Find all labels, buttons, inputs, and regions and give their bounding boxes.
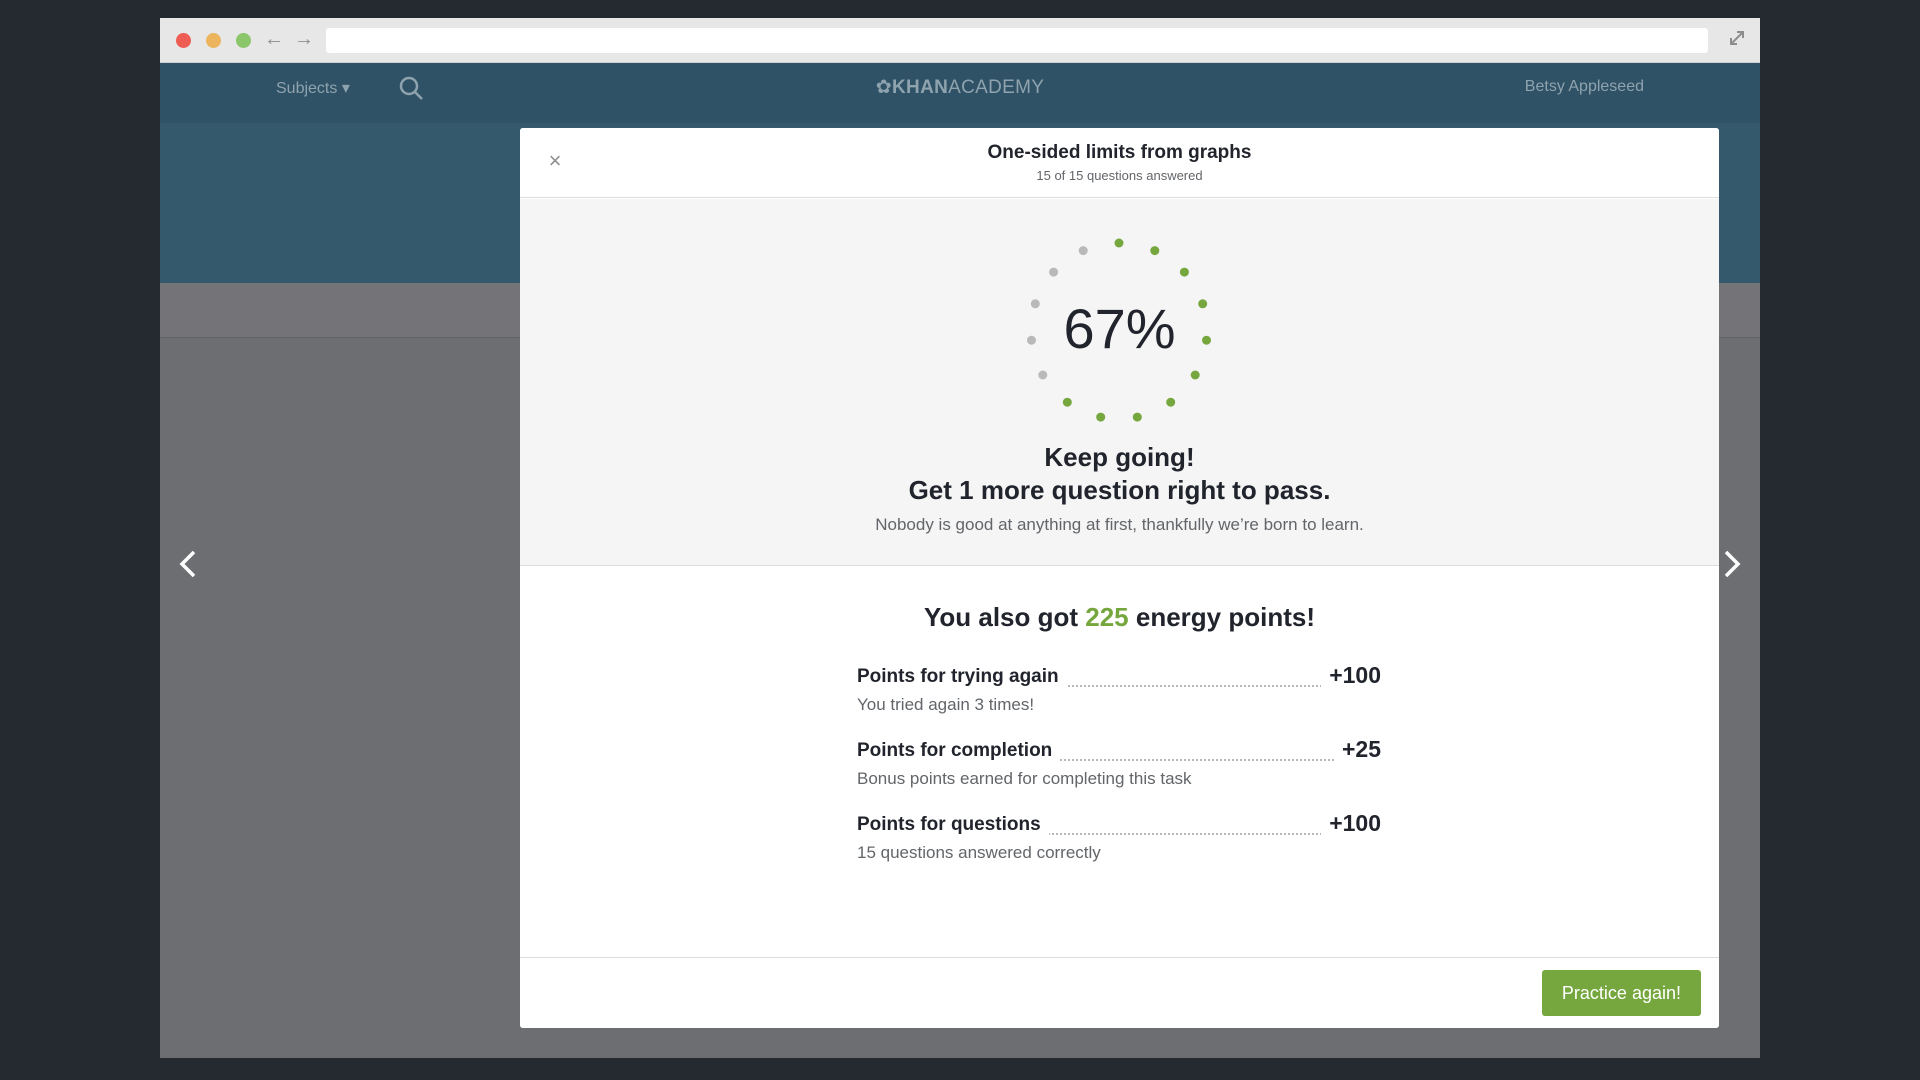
result-headline: Keep going! [1044, 442, 1195, 472]
maximize-window-button[interactable] [236, 33, 251, 48]
points-value: +100 [1321, 662, 1381, 689]
results-modal: × One-sided limits from graphs 15 of 15 … [520, 128, 1719, 1028]
points-value: +25 [1333, 736, 1381, 763]
ring-dot-filled [1096, 412, 1106, 422]
points-breakdown: Points for trying again +100 You tried a… [857, 658, 1381, 880]
chevron-down-icon: ▾ [341, 80, 350, 97]
encouragement-text: Nobody is good at anything at first, tha… [875, 515, 1364, 534]
minimize-window-button[interactable] [206, 33, 221, 48]
modal-header: × One-sided limits from graphs 15 of 15 … [520, 128, 1719, 198]
energy-prefix: You also got [923, 602, 1086, 632]
site-logo[interactable]: ✿KHANACADEMY [860, 76, 1060, 99]
browser-toolbar: ← → [160, 18, 1760, 63]
back-arrow-icon[interactable]: ← [264, 28, 284, 50]
points-row: Points for completion +25 Bonus points e… [857, 732, 1381, 806]
points-label: Points for completion [857, 740, 1061, 762]
ring-dot-filled [1166, 397, 1176, 407]
score-percent: 67% [1063, 297, 1176, 360]
points-description: Bonus points earned for completing this … [857, 769, 1192, 788]
close-window-button[interactable] [176, 33, 191, 48]
points-description: You tried again 3 times! [857, 695, 1035, 714]
ring-dot-filled [1179, 267, 1189, 277]
ring-dot-filled [1190, 370, 1200, 380]
user-menu[interactable]: Betsy Appleseed [1525, 78, 1644, 96]
logo-bold-text: KHAN [892, 77, 949, 98]
subjects-menu[interactable]: Subjects ▾ [276, 78, 350, 98]
points-description: 15 questions answered correctly [857, 843, 1101, 862]
points-row: Points for questions +100 15 questions a… [857, 806, 1381, 880]
chevron-left-icon[interactable] [174, 544, 204, 584]
energy-suffix: energy points! [1128, 602, 1316, 632]
chevron-right-icon[interactable] [1716, 544, 1746, 584]
ring-dot-empty [1078, 246, 1088, 256]
ring-dot-filled [1150, 246, 1160, 256]
modal-subtitle: 15 of 15 questions answered [1036, 168, 1203, 183]
logo-light-text: ACADEMY [948, 77, 1045, 98]
subjects-label: Subjects [276, 80, 338, 97]
result-panel: 67% Keep going! Get 1 more question righ… [520, 199, 1719, 566]
leaf-icon: ✿ [875, 77, 893, 98]
points-label: Points for trying again [857, 666, 1067, 688]
points-row: Points for trying again +100 You tried a… [857, 658, 1381, 732]
ring-dot-empty [1038, 370, 1048, 380]
modal-title: One-sided limits from graphs [987, 142, 1252, 163]
ring-dot-empty [1049, 267, 1059, 277]
expand-icon[interactable] [1728, 29, 1746, 47]
browser-window: ← → Subjects ▾ ✿KHANACADEMY Betsy Apples… [160, 18, 1760, 1058]
points-value: +100 [1321, 810, 1381, 837]
ring-dot-filled [1114, 238, 1124, 248]
energy-points-total: 225 [1085, 602, 1129, 632]
ring-dot-filled [1132, 412, 1142, 422]
energy-points-heading: You also got 225 energy points! [520, 602, 1719, 633]
forward-arrow-icon[interactable]: → [294, 28, 314, 50]
practice-again-button[interactable]: Practice again! [1541, 970, 1701, 1016]
pass-message: Get 1 more question right to pass. [908, 475, 1331, 505]
modal-footer: Practice again! [520, 957, 1719, 1028]
ring-dot-filled [1062, 397, 1072, 407]
search-icon[interactable] [398, 75, 424, 101]
address-bar[interactable] [326, 28, 1708, 53]
points-label: Points for questions [857, 814, 1049, 836]
